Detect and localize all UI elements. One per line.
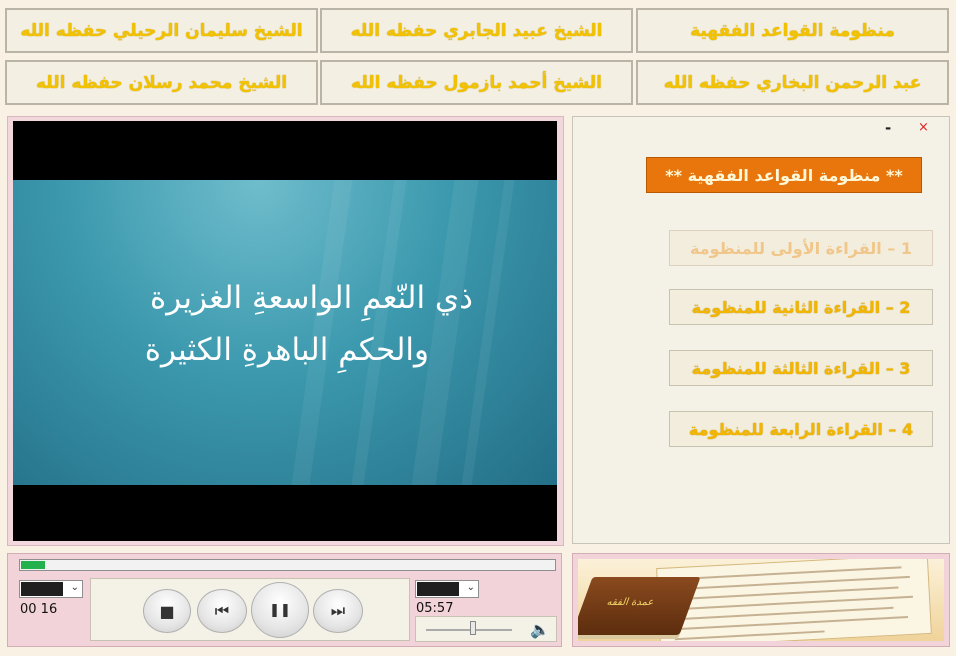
video-display[interactable]: ذي النّعمِ الواسعةِ الغزيرة والحكمِ البا… [13, 121, 557, 541]
seek-bar-fill [21, 561, 45, 569]
banner: عمدة الفقه [572, 553, 950, 647]
book-image: عمدة الفقه [578, 577, 701, 635]
reading-button-1[interactable]: 1 – القراءة الأولى للمنظومة [669, 230, 933, 266]
close-button[interactable]: × [918, 120, 929, 135]
transport-bar: ■ ⏮ ❚❚ ⏭ [90, 578, 410, 641]
player-controls: ⌄ 00 16 ■ ⏮ ❚❚ ⏭ ⌄ 05:57 🔈 [7, 553, 562, 647]
video-scene: ذي النّعمِ الواسعةِ الغزيرة والحكمِ البا… [13, 180, 557, 485]
banner-image: عمدة الفقه [578, 559, 944, 641]
select-value [21, 582, 63, 596]
nav-button-muhammad-raslan[interactable]: الشيخ محمد رسلان حفظه الله [5, 60, 318, 105]
chevron-down-icon: ⌄ [70, 582, 79, 593]
stop-button[interactable]: ■ [143, 589, 191, 633]
nav-label: الشيخ سليمان الرحيلي حفظه الله [20, 20, 303, 41]
next-icon: ⏭ [330, 601, 346, 620]
select-value [417, 582, 459, 596]
volume-slider-thumb[interactable] [470, 621, 476, 635]
volume-slider[interactable] [426, 629, 512, 631]
reading-label: 4 – القراءة الرابعة للمنظومة [688, 419, 914, 439]
nav-label: الشيخ عبيد الجابري حفظه الله [350, 20, 603, 41]
minimize-button[interactable]: - [885, 119, 891, 137]
reading-button-4[interactable]: 4 – القراءة الرابعة للمنظومة [669, 411, 933, 447]
right-select[interactable]: ⌄ [415, 580, 479, 598]
pause-icon: ❚❚ [269, 602, 291, 618]
reading-label: 1 – القراءة الأولى للمنظومة [689, 238, 913, 258]
nav-button-ahmad-bazmul[interactable]: الشيخ أحمد بازمول حفظه الله [320, 60, 633, 105]
left-select[interactable]: ⌄ [19, 580, 83, 598]
pause-button[interactable]: ❚❚ [251, 582, 309, 638]
parchment-image [656, 559, 932, 641]
previous-button[interactable]: ⏮ [197, 589, 247, 633]
stop-icon: ■ [159, 601, 175, 621]
previous-icon: ⏮ [214, 601, 230, 620]
seek-bar[interactable] [19, 559, 556, 571]
next-button[interactable]: ⏭ [313, 589, 363, 633]
reading-label: 2 – القراءة الثانية للمنظومة [691, 297, 911, 317]
duration-time: 05:57 [416, 601, 454, 616]
nav-label: الشيخ محمد رسلان حفظه الله [35, 72, 288, 93]
nav-button-qawaid-manzuma[interactable]: منظومة القواعد الفقهية [636, 8, 949, 53]
speaker-icon[interactable]: 🔈 [530, 620, 550, 639]
reading-button-2[interactable]: 2 – القراءة الثانية للمنظومة [669, 289, 933, 325]
chevron-down-icon: ⌄ [466, 582, 475, 593]
elapsed-time: 00 16 [20, 602, 58, 617]
subtitle-line-2: والحكمِ الباهرةِ الكثيرة [144, 332, 429, 368]
readings-panel: - × ** منظومة القواعد الفقهية ** 1 – الق… [572, 116, 950, 544]
nav-button-ubaid-aljabiri[interactable]: الشيخ عبيد الجابري حفظه الله [320, 8, 633, 53]
panel-title: ** منظومة القواعد الفقهية ** [646, 157, 922, 193]
subtitle-line-1: ذي النّعمِ الواسعةِ الغزيرة [150, 280, 473, 316]
nav-label: الشيخ أحمد بازمول حفظه الله [351, 72, 602, 93]
nav-label: عبد الرحمن البخاري حفظه الله [663, 72, 922, 93]
nav-button-abdulrahman-albukhari[interactable]: عبد الرحمن البخاري حفظه الله [636, 60, 949, 105]
nav-label: منظومة القواعد الفقهية [690, 20, 895, 41]
reading-label: 3 – القراءة الثالثة للمنظومة [691, 358, 911, 378]
video-frame: ذي النّعمِ الواسعةِ الغزيرة والحكمِ البا… [7, 116, 564, 546]
reading-button-3[interactable]: 3 – القراءة الثالثة للمنظومة [669, 350, 933, 386]
book-title: عمدة الفقه [605, 597, 656, 608]
volume-control: 🔈 [415, 616, 557, 642]
nav-button-sulaiman-alruhaili[interactable]: الشيخ سليمان الرحيلي حفظه الله [5, 8, 318, 53]
